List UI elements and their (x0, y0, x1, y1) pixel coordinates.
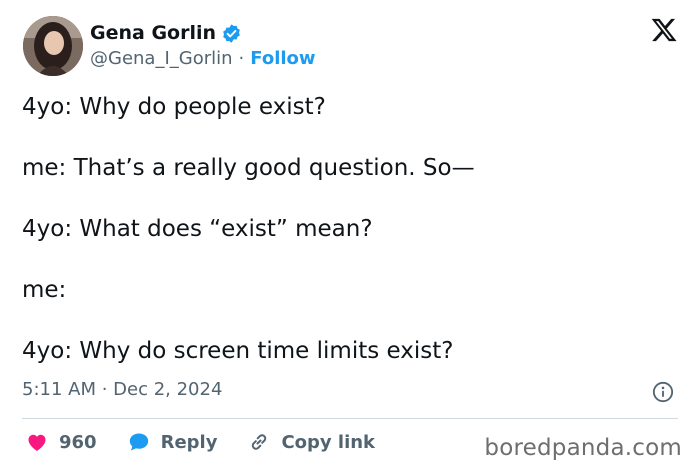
tweet-line: 4yo: What does “exist” mean? (22, 216, 373, 242)
avatar[interactable] (23, 16, 83, 76)
tweet-line: me: (22, 277, 67, 303)
author-handle-row: @Gena_I_Gorlin · Follow (90, 48, 316, 69)
heart-icon (28, 434, 46, 451)
info-icon[interactable] (652, 381, 674, 403)
link-icon (252, 434, 267, 450)
author-name[interactable]: Gena Gorlin (90, 22, 216, 44)
x-logo-icon[interactable] (650, 16, 678, 44)
author-name-row: Gena Gorlin (90, 22, 242, 44)
like-button[interactable]: 960 (25, 430, 97, 454)
like-count: 960 (59, 431, 97, 453)
tweet-line: 4yo: Why do screen time limits exist? (22, 338, 454, 364)
tweet-line: me: That’s a really good question. So— (22, 155, 475, 181)
reply-label: Reply (160, 431, 218, 453)
tweet-timestamp[interactable]: 5:11 AM · Dec 2, 2024 (22, 379, 222, 400)
verified-badge-icon (221, 23, 242, 44)
watermark: boredpanda.com (484, 435, 682, 461)
reply-bubble-icon (129, 433, 148, 451)
separator-dot: · (238, 48, 245, 69)
action-bar: 960 Reply Copy link (25, 430, 405, 454)
divider (22, 418, 678, 419)
tweet-line: 4yo: Why do people exist? (22, 94, 326, 120)
copy-link-label: Copy link (281, 431, 376, 453)
copy-link-button[interactable]: Copy link (247, 430, 375, 454)
author-handle[interactable]: @Gena_I_Gorlin (90, 48, 233, 69)
follow-button[interactable]: Follow (250, 48, 315, 69)
tweet-text: 4yo: Why do people exist? me: That’s a r… (22, 92, 682, 397)
reply-button[interactable]: Reply (127, 430, 218, 454)
avatar-photo (23, 16, 83, 76)
